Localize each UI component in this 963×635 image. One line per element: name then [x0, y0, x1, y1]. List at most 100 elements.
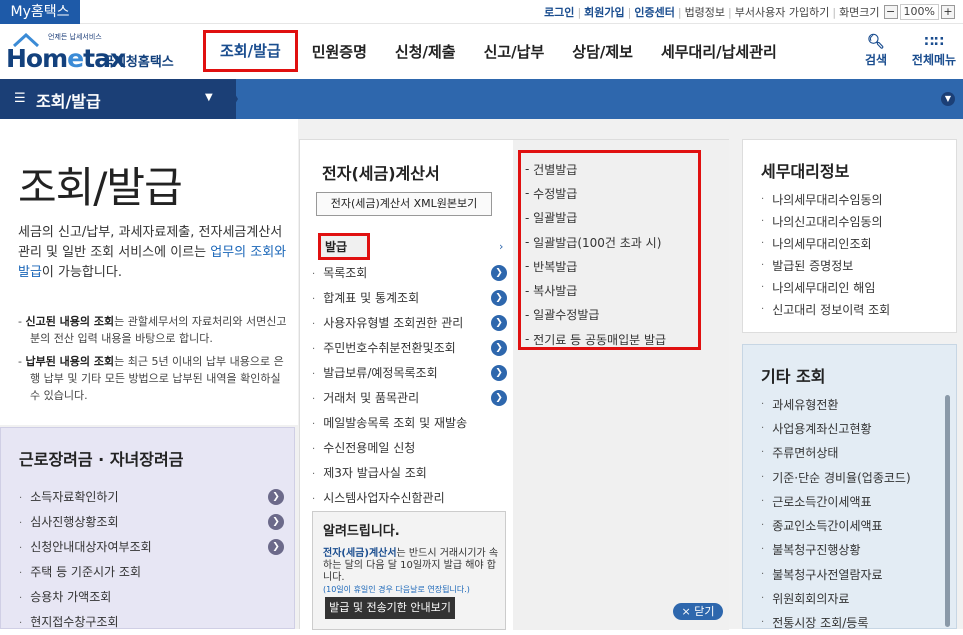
header-icons: 🔍︎ 검색 ∷∷ 전체메뉴 [847, 33, 963, 68]
menu-item[interactable]: · 시스템사업자수신함관리 [312, 485, 513, 510]
chevron-right-icon[interactable]: ❯ [268, 538, 284, 555]
xml-view-button[interactable]: 전자(세금)계산서 XML원본보기 [316, 192, 492, 216]
intro-description: 세금의 신고/납부, 과세자료제출, 전자세금계산서 관리 및 일반 조회 서비… [18, 225, 287, 280]
hamburger-icon: ☰ [14, 91, 26, 106]
reward-title: 근로장려금 · 자녀장려금 [19, 450, 184, 469]
screen-size-label: 화면크기 [839, 6, 880, 19]
intro-notes: - 신고된 내용의 조회는 관할세무서의 자료처리와 서면신고분의 전산 입력 … [18, 315, 287, 402]
submenu-item[interactable]: - 일괄수정발급 [525, 303, 698, 327]
menu-item[interactable]: · 제3자 발급사실 조회 [312, 460, 513, 485]
submenu-item[interactable]: - 수정발급 [525, 181, 698, 205]
dept-user-join-link[interactable]: 부서사용자 가입하기 [735, 4, 830, 20]
intro-section: 조회/발급 세금의 신고/납부, 과세자료제출, 전자세금계산서 관리 및 일반… [0, 119, 298, 425]
menu-item[interactable]: · 수신전용메일 신청 [312, 435, 513, 460]
list-item[interactable]: · 위원회회의자료 [761, 586, 911, 610]
menu-item[interactable]: · 사용자유형별 조회권한 관리 ❯ [312, 310, 513, 335]
notice-title: 알려드립니다. [323, 524, 400, 539]
list-item[interactable]: · 승용차 가액조회 [19, 584, 284, 609]
chevron-right-icon[interactable]: ❯ [491, 264, 507, 281]
chevron-right-icon[interactable]: ❯ [268, 513, 284, 530]
main-header: 언제든 납세서비스 Hometax 국세청홈택스 조회/발급 민원증명 신청/제… [0, 25, 963, 79]
submenu-item[interactable]: - 일괄발급 [525, 206, 698, 230]
menu-item[interactable]: · 발급보류/예정목록조회 ❯ [312, 360, 513, 385]
chevron-right-icon[interactable]: ❯ [491, 339, 507, 356]
search-button[interactable]: 🔍︎ 검색 [847, 33, 905, 68]
list-item[interactable]: · 불복청구진행상황 [761, 538, 911, 562]
zoom-out-button[interactable]: − [883, 5, 898, 19]
list-item[interactable]: · 신청안내대상자여부조회 ❯ [19, 534, 284, 559]
submenu-item[interactable]: - 복사발급 [525, 278, 698, 302]
gnav-tax-agent[interactable]: 세무대리/납세관리 [647, 25, 791, 79]
submenu-item[interactable]: - 전기료 등 공동매입분 발급 [525, 327, 698, 351]
list-item[interactable]: · 소득자료확인하기 ❯ [19, 484, 284, 509]
submenu-item[interactable]: - 건별발급 [525, 157, 698, 181]
gnav-civil-cert[interactable]: 민원증명 [298, 25, 381, 79]
list-item[interactable]: · 주택 등 기준시가 조회 [19, 559, 284, 584]
join-link[interactable]: 회원가입 [584, 4, 624, 20]
section-title: 전자(세금)계산서 [322, 164, 440, 183]
chevron-right-icon[interactable]: ❯ [491, 289, 507, 306]
zoom-level: 100% [899, 4, 939, 20]
agent-info-title: 세무대리정보 [761, 162, 850, 181]
reward-box: 근로장려금 · 자녀장려금 · 소득자료확인하기 ❯ · 심사진행상황조회 ❯ · 신청안… [0, 427, 295, 629]
list-item[interactable]: · 주류면허상태 [761, 441, 911, 465]
menu-item[interactable]: · 거래처 및 품목관리 ❯ [312, 385, 513, 410]
tax-invoice-menu: 발급 › · 목록조회 ❯ · 합계표 및 통계조회 ❯ · 사용자유형별 조회권한 관리 ❯… [312, 233, 513, 510]
list-item[interactable]: · 사업용계좌신고현황 [761, 416, 911, 440]
issue-submenu: - 건별발급 - 수정발급 - 일괄발급 - 일괄발급(100건 초과 시) -… [518, 150, 701, 350]
notice-text: 전자(세금)계산서는 반드시 거래시기가 속하는 달의 다음 달 10일까지 발… [323, 548, 499, 594]
cert-center-link[interactable]: 인증센터 [634, 4, 674, 20]
gnav-report-pay[interactable]: 신고/납부 [470, 25, 559, 79]
page-title: 조회/발급 [18, 163, 183, 212]
current-menu-dropdown[interactable]: ☰ 조회/발급 ▼ [0, 79, 236, 119]
tax-invoice-menu-column: 전자(세금)계산서 전자(세금)계산서 XML원본보기 발급 › · 목록조회 ❯ ·… [300, 140, 513, 630]
list-item[interactable]: · 신고대리 정보이력 조회 [761, 298, 890, 320]
chevron-right-icon[interactable]: ❯ [491, 364, 507, 381]
gnav-consult-report[interactable]: 상담/제보 [558, 25, 647, 79]
menu-item[interactable]: · 메일발송목록 조회 및 재발송 [312, 410, 513, 435]
gnav-inquiry-issue[interactable]: 조회/발급 [203, 30, 298, 72]
zoom-in-button[interactable]: + [941, 5, 955, 19]
list-item[interactable]: · 전통시장 조회/등록 [761, 611, 911, 635]
list-item[interactable]: · 불복청구사전열람자료 [761, 562, 911, 586]
grid-icon: ∷∷ [924, 34, 944, 50]
chevron-right-icon: › [499, 240, 504, 253]
list-item[interactable]: · 과세유형전환 [761, 392, 911, 416]
chevron-right-icon[interactable]: ❯ [491, 314, 507, 331]
law-info-link[interactable]: 법령정보 [685, 4, 725, 20]
list-item[interactable]: · 나의세무대리인조회 [761, 232, 890, 254]
hometax-logo[interactable]: 언제든 납세서비스 Hometax 국세청홈택스 [2, 31, 192, 75]
menu-item[interactable]: · 주민번호수취분전환및조회 ❯ [312, 335, 513, 360]
submenu-item[interactable]: - 반복발급 [525, 254, 698, 278]
close-button[interactable]: × 닫기 [673, 603, 723, 620]
dropdown-arrow-icon: ▼ [205, 92, 213, 103]
deadline-guide-button[interactable]: 발급 및 전송기한 안내보기 [325, 597, 455, 619]
list-item[interactable]: · 나의신고대리수임동의 [761, 210, 890, 232]
expand-chevron-icon[interactable]: ▼ [941, 92, 955, 106]
other-inquiry-title: 기타 조회 [761, 367, 826, 386]
location-bar: ☰ 조회/발급 ▼ ▼ [0, 79, 963, 119]
global-nav: 조회/발급 민원증명 신청/제출 신고/납부 상담/제보 세무대리/납세관리 [203, 25, 791, 79]
list-item[interactable]: · 발급된 증명정보 [761, 254, 890, 276]
list-item[interactable]: · 현지접수창구조회 [19, 609, 284, 634]
menu-item[interactable]: · 합계표 및 통계조회 ❯ [312, 285, 513, 310]
search-icon: 🔍︎ [867, 34, 885, 50]
list-item[interactable]: · 심사진행상황조회 ❯ [19, 509, 284, 534]
login-link[interactable]: 로그인 [544, 4, 574, 20]
menu-item[interactable]: · 목록조회 ❯ [312, 260, 513, 285]
notice-box: 알려드립니다. 전자(세금)계산서는 반드시 거래시기가 속하는 달의 다음 달… [312, 511, 506, 630]
submenu-item[interactable]: - 일괄발급(100건 초과 시) [525, 230, 698, 254]
chevron-right-icon[interactable]: ❯ [268, 488, 284, 505]
list-item[interactable]: · 나의세무대리인 해임 [761, 276, 890, 298]
all-menu-button[interactable]: ∷∷ 전체메뉴 [905, 33, 963, 68]
list-item[interactable]: · 나의세무대리수임동의 [761, 188, 890, 210]
utility-links: 로그인 | 회원가입 | 인증센터 | 법령정보 | 부서사용자 가입하기 | 화면크기 … [544, 3, 955, 21]
gnav-apply-submit[interactable]: 신청/제출 [381, 25, 470, 79]
list-item[interactable]: · 근로소득간이세액표 [761, 489, 911, 513]
scrollbar[interactable] [945, 395, 950, 627]
chevron-right-icon[interactable]: ❯ [491, 389, 507, 406]
my-hometax-button[interactable]: My홈택스 [0, 0, 80, 24]
list-item[interactable]: · 종교인소득간이세액표 [761, 513, 911, 537]
list-item[interactable]: · 기준·단순 경비율(업종코드) [761, 465, 911, 489]
menu-item-issue[interactable]: 발급 › [318, 233, 503, 260]
